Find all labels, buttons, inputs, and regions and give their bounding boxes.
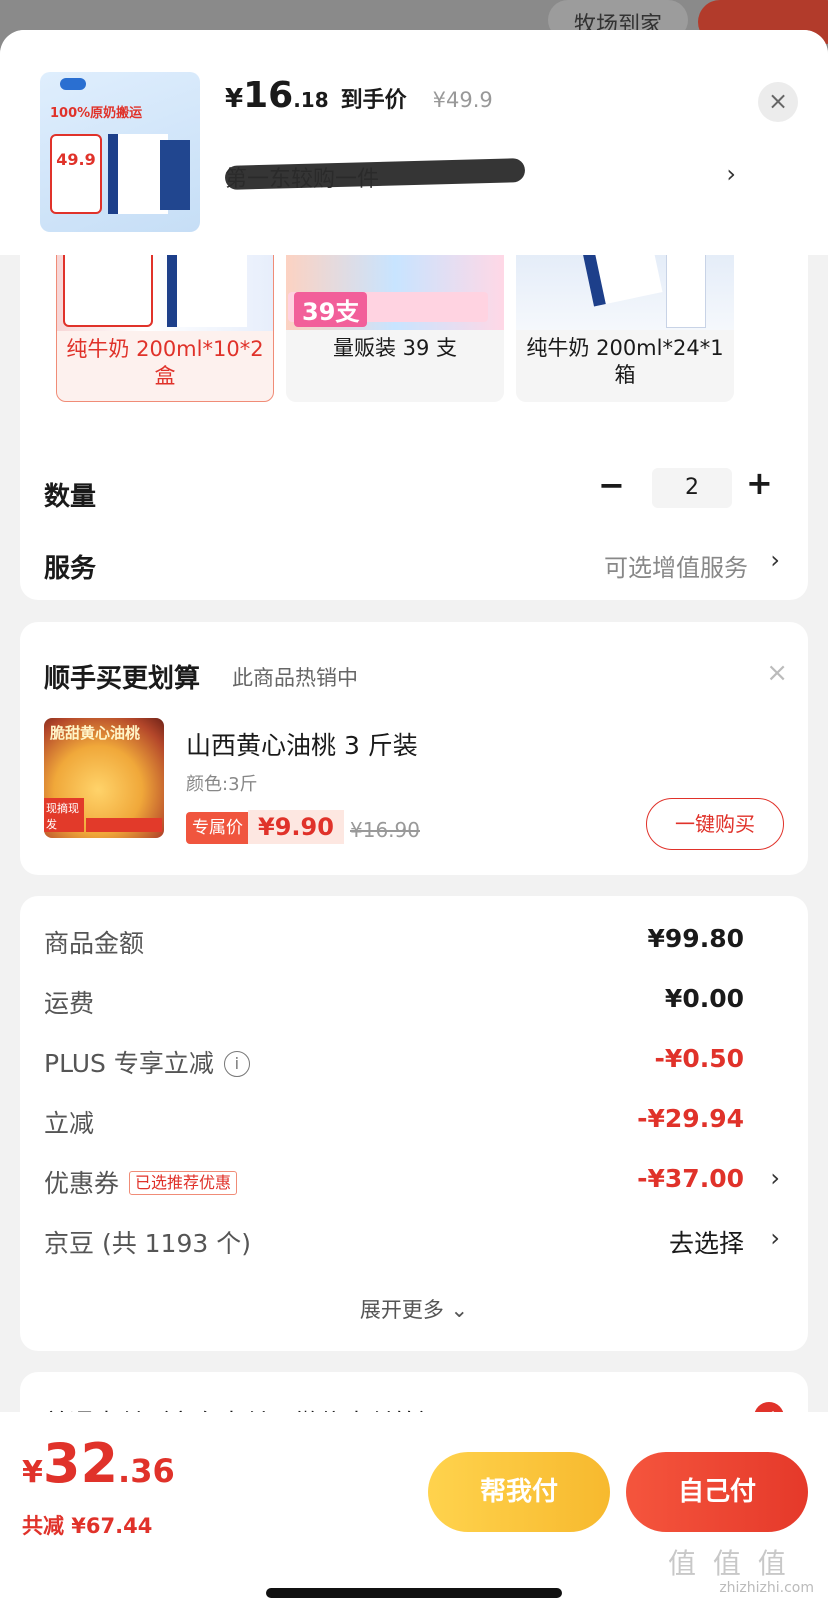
bundle-product-spec: 颜色:3斤 <box>186 774 258 795</box>
product-header: 100%原奶搬运 49.9 ¥ 16 .18 到手价 ¥49.9 × 第一东较购… <box>0 30 828 255</box>
variant-milk-box-2 <box>666 250 706 328</box>
service-label: 服务 <box>44 554 97 584</box>
chevron-right-icon[interactable]: › <box>770 1224 780 1252</box>
bundle-product-name[interactable]: 山西黄心油桃 3 斤装 <box>186 726 418 762</box>
summary-value: -¥0.50 <box>654 1044 744 1073</box>
chevron-right-icon[interactable]: › <box>770 1164 780 1192</box>
summary-label-wrap: PLUS 专享立减 i <box>44 1044 250 1080</box>
brand-logo <box>60 78 86 90</box>
total-dec: .36 <box>118 1452 175 1490</box>
summary-value: -¥29.94 <box>637 1104 744 1133</box>
final-price-dec: .18 <box>293 88 329 112</box>
variant-option-2[interactable]: 39支 量贩装 39 支 <box>286 230 504 402</box>
variant-badge: 39支 <box>288 292 488 327</box>
summary-value: ¥0.00 <box>664 984 744 1013</box>
price-row: ¥ 16 .18 到手价 ¥49.9 <box>225 75 493 116</box>
product-thumbnail: 100%原奶搬运 49.9 <box>40 72 200 232</box>
summary-row-shipping: 运费 ¥0.00 <box>44 984 784 1024</box>
close-icon[interactable]: × <box>766 658 788 688</box>
one-click-buy-button[interactable]: 一键购买 <box>646 798 784 850</box>
bundle-subtitle: 此商品热销中 <box>232 666 358 690</box>
watermark-url: zhizhizhi.com <box>719 1580 814 1596</box>
info-icon[interactable]: i <box>223 1051 250 1077</box>
price-summary-card: 商品金额 ¥99.80 运费 ¥0.00 PLUS 专享立减 i -¥0.50 立… <box>20 896 808 1351</box>
bundle-title: 顺手买更划算 <box>44 664 201 694</box>
bundle-price: ¥9.90 <box>248 810 344 844</box>
summary-value: -¥37.00 <box>637 1164 744 1193</box>
quantity-plus-button[interactable]: + <box>746 464 773 502</box>
expand-more-button[interactable]: 展开更多 ⌄ <box>20 1294 808 1324</box>
service-value[interactable]: 可选增值服务 <box>604 548 748 583</box>
chevron-right-icon[interactable]: › <box>726 160 736 188</box>
summary-label: 京豆 (共 1193 个) <box>44 1229 251 1258</box>
spec-line-redacted[interactable]: 第一东较购一件 <box>224 158 526 192</box>
summary-value[interactable]: 去选择 <box>669 1224 744 1260</box>
watermark: 值 值 值 <box>668 1547 790 1580</box>
spec-card: 纯牛奶 200ml*10*2盒 39支 量贩装 39 支 纯牛奶 200ml*2… <box>20 220 808 600</box>
thumb-price-badge: 49.9 <box>50 134 102 214</box>
summary-row-plus: PLUS 专享立减 i -¥0.50 <box>44 1044 784 1084</box>
summary-label: 优惠券 <box>44 1169 120 1198</box>
original-price: ¥49.9 <box>432 88 493 112</box>
total-int: 32 <box>42 1432 119 1495</box>
variant-label: 量贩装 39 支 <box>332 336 458 360</box>
total-saved: 共减 ¥67.44 <box>22 1514 153 1538</box>
total-price: ¥ 32 .36 <box>22 1432 175 1495</box>
milk-box-image-2 <box>160 140 190 210</box>
peach-image-bar <box>86 818 162 832</box>
variant-label: 纯牛奶 200ml*24*1箱 <box>526 336 724 387</box>
quantity-minus-button[interactable]: − <box>598 466 625 504</box>
final-price-label: 到手价 <box>340 88 407 113</box>
summary-row-discount: 立减 -¥29.94 <box>44 1104 784 1144</box>
bottom-bar: ¥ 32 .36 共减 ¥67.44 帮我付 自己付 值 值 值 zhizhiz… <box>0 1412 828 1610</box>
summary-row-coupon[interactable]: 优惠券 已选推荐优惠 -¥37.00 › <box>44 1164 784 1204</box>
chevron-right-icon[interactable]: › <box>770 546 780 574</box>
yen-symbol: ¥ <box>225 84 244 114</box>
peach-image[interactable]: 脆甜黄心油桃 现摘现发 <box>44 718 164 838</box>
quantity-label: 数量 <box>44 482 97 512</box>
summary-row-subtotal: 商品金额 ¥99.80 <box>44 924 784 964</box>
coupon-tag: 已选推荐优惠 <box>129 1171 238 1195</box>
summary-label: PLUS 专享立减 <box>44 1049 214 1078</box>
final-price-int: 16 <box>243 75 294 116</box>
peach-image-tag: 现摘现发 <box>44 798 84 832</box>
summary-value: ¥99.80 <box>647 924 744 953</box>
pay-myself-button[interactable]: 自己付 <box>626 1452 808 1532</box>
quantity-input[interactable]: 2 <box>652 468 732 508</box>
yen-symbol: ¥ <box>22 1455 43 1490</box>
summary-label-wrap: 优惠券 已选推荐优惠 <box>44 1164 238 1200</box>
variant-label: 纯牛奶 200ml*10*2盒 <box>66 337 264 388</box>
summary-label: 运费 <box>44 989 95 1018</box>
order-sheet: 100%原奶搬运 49.9 ¥ 16 .18 到手价 ¥49.9 × 第一东较购… <box>0 30 828 1610</box>
close-button[interactable]: × <box>758 82 798 122</box>
summary-label: 立减 <box>44 1109 95 1138</box>
variant-option-3[interactable]: 纯牛奶 200ml*24*1箱 <box>516 230 734 402</box>
thumb-title: 100%原奶搬运 <box>50 106 143 121</box>
bundle-card: 顺手买更划算 此商品热销中 × 脆甜黄心油桃 现摘现发 山西黄心油桃 3 斤装 … <box>20 622 808 875</box>
summary-label: 商品金额 <box>44 929 145 958</box>
bundle-original-price: ¥16.90 <box>350 818 420 842</box>
summary-row-jingdou[interactable]: 京豆 (共 1193 个) 去选择 › <box>44 1224 784 1264</box>
milk-box-image <box>108 134 168 214</box>
variant-option-1[interactable]: 纯牛奶 200ml*10*2盒 <box>56 230 274 402</box>
help-me-pay-button[interactable]: 帮我付 <box>428 1452 610 1532</box>
peach-image-text: 脆甜黄心油桃 <box>50 724 141 742</box>
exclusive-price-tag: 专属价 <box>186 812 249 844</box>
home-indicator[interactable] <box>266 1588 562 1598</box>
